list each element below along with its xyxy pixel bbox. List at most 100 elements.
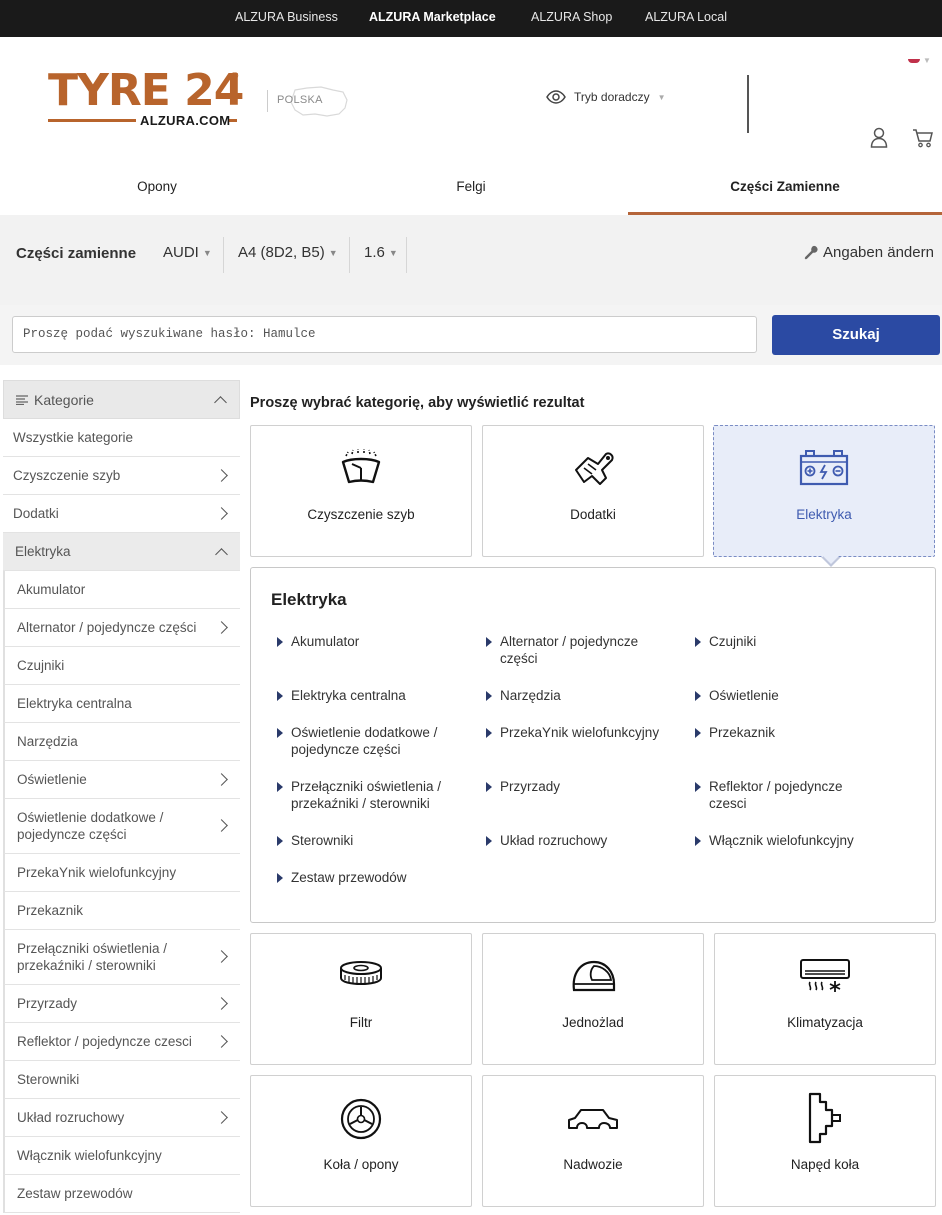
wheel-icon [340,1098,382,1140]
sidebar-item-additional-lighting[interactable]: Oświetlenie dodatkowe / pojedyncze częśc… [3,799,240,854]
sidebar-item-tools[interactable]: Narzędzia [3,723,240,761]
poland-flag-icon[interactable] [908,55,920,63]
advisor-mode-toggle[interactable]: Tryb doradczy ▼ [546,90,666,104]
language-chevron-icon[interactable]: ▼ [923,56,931,65]
category-card-motorcycle[interactable]: Jednożlad [482,933,704,1065]
sidebar-item-central-electrics[interactable]: Elektryka centralna [3,685,240,723]
topbar-link-local[interactable]: ALZURA Local [645,10,727,24]
subcategory-link-central-electrics[interactable]: Elektryka centralna [271,687,461,704]
topbar-link-marketplace[interactable]: ALZURA Marketplace [369,10,496,24]
change-vehicle-button[interactable]: Angaben ändern [803,244,934,261]
subcategory-link-tools[interactable]: Narzędzia [480,687,670,704]
sidebar-item-window-cleaning[interactable]: Czyszczenie szyb [3,457,240,495]
topbar-link-shop[interactable]: ALZURA Shop [531,10,612,24]
sidebar-item-instruments[interactable]: Przyrzady [3,985,240,1023]
main-category-tabs: Opony Felgi Części Zamienne [0,165,942,215]
category-card-air-conditioning[interactable]: Klimatyzacja [714,933,936,1065]
country-name: POLSKA [277,94,323,106]
subcategory-link-headlight[interactable]: Reflektor / pojedyncze czesci [689,778,879,812]
sidebar-item-battery[interactable]: Akumulator [3,571,240,609]
sidebar-item-light-switches[interactable]: Przełączniki oświetlenia / przekaźniki /… [3,930,240,985]
search-button[interactable]: Szukaj [772,315,940,355]
logo-wordmark: TYRE 24 [48,65,244,116]
header-divider [747,75,749,133]
subcategory-link-wiring-kit[interactable]: Zestaw przewodów [271,869,461,886]
sidebar-item-relay[interactable]: Przekaznik [3,892,240,930]
sidebar-item-starter-system[interactable]: Układ rozruchowy [3,1099,240,1137]
sidebar-item-wiring-kit[interactable]: Zestaw przewodów [3,1175,240,1213]
chevron-right-icon [215,1034,228,1048]
search-input[interactable]: Proszę podać wyszukiwane hasło: Hamulce [12,316,757,353]
category-card-label: Koła / opony [323,1157,399,1172]
sidebar-item-label: Przekaznik [17,903,84,918]
advisor-mode-label: Tryb doradczy [574,90,650,104]
sidebar-item-controllers[interactable]: Sterowniki [3,1061,240,1099]
subcategory-link-starter-system[interactable]: Układ rozruchowy [480,832,670,849]
country-label[interactable]: POLSKA [277,86,348,117]
subcategory-link-instruments[interactable]: Przyrzady [480,778,670,795]
engine-select[interactable]: 1.6 ▼ [364,244,398,261]
tab-spare-parts[interactable]: Części Zamienne [628,165,942,215]
sidebar-item-label: Narzędzia [17,734,78,749]
subcategory-link-controllers[interactable]: Sterowniki [271,832,461,849]
helmet-icon [572,960,616,992]
sidebar-item-label: Sterowniki [17,1072,80,1087]
category-card-accessories[interactable]: Dodatki [482,425,704,557]
vehicle-bar-separator [223,237,224,273]
chevron-down-icon: ▼ [328,247,338,258]
sidebar-item-multifunction-switch[interactable]: Włącznik wielofunkcyjny [3,1137,240,1175]
sidebar-item-label: Dodatki [13,506,59,521]
logo-subtitle: ALZURA.COM [140,113,231,128]
subcategory-link-light-switches[interactable]: Przełączniki oświetlenia / przekaźniki /… [271,778,461,812]
category-card-wheels-tyres[interactable]: Koła / opony [250,1075,472,1207]
sidebar-header-label: Kategorie [34,391,94,408]
chevron-down-icon: ▼ [202,247,212,258]
sidebar-item-label: Oświetlenie [17,772,87,787]
sidebar-item-electrics[interactable]: Elektryka [3,533,240,571]
sidebar-item-sensors[interactable]: Czujniki [3,647,240,685]
sidebar-item-lighting[interactable]: Oświetlenie [3,761,240,799]
subcategory-link-alternator[interactable]: Alternator / pojedyncze części [480,633,670,667]
sidebar-item-label: Alternator / pojedyncze części [17,620,197,635]
user-account-icon[interactable] [870,127,888,148]
category-card-car-body[interactable]: Nadwozie [482,1075,704,1207]
tab-tyres[interactable]: Opony [0,165,314,215]
model-value: A4 (8D2, B5) [238,244,325,261]
wheel-drive-icon [808,1092,841,1144]
sidebar-item-headlight[interactable]: Reflektor / pojedyncze czesci [3,1023,240,1061]
shopping-cart-icon[interactable] [912,128,934,148]
category-card-window-cleaning[interactable]: Czyszczenie szyb [250,425,472,557]
chevron-right-icon [215,1110,228,1124]
logo-underline [48,119,136,122]
subcategory-link-battery[interactable]: Akumulator [271,633,461,650]
subcategory-link-lighting[interactable]: Oświetlenie [689,687,879,704]
tab-rims[interactable]: Felgi [314,165,628,215]
sidebar-item-accessories[interactable]: Dodatki [3,495,240,533]
category-card-filter[interactable]: Filtr [250,933,472,1065]
sidebar-item-label: Elektryka [15,544,71,559]
topbar-link-business[interactable]: ALZURA Business [235,10,338,24]
sidebar-header[interactable]: Kategorie [3,380,240,419]
subcategory-link-multifunction-relay[interactable]: PrzekaYnik wielofunkcyjny [480,724,680,741]
chevron-right-icon [215,819,228,832]
sidebar-item-label: Układ rozruchowy [17,1110,125,1125]
subcategory-link-multifunction-switch[interactable]: Włącznik wielofunkcyjny [689,832,889,849]
sidebar-item-label: Reflektor / pojedyncze czesci [17,1034,192,1049]
sidebar-item-multifunction-relay[interactable]: PrzekaYnik wielofunkcyjny [3,854,240,892]
sidebar-item-label: Wszystkie kategorie [13,430,134,445]
vehicle-bar-title: Części zamienne [16,245,137,262]
subcategory-link-additional-lighting[interactable]: Oświetlenie dodatkowe / pojedyncze częśc… [271,724,461,758]
list-icon [16,394,28,405]
sidebar-item-label: Akumulator [17,582,86,597]
sidebar-item-alternator[interactable]: Alternator / pojedyncze części [3,609,240,647]
category-card-electrics[interactable]: Elektryka [713,425,935,557]
sidebar-item-all[interactable]: Wszystkie kategorie [3,419,240,457]
subcategory-link-sensors[interactable]: Czujniki [689,633,879,650]
category-card-label: Filtr [349,1015,373,1030]
subcategory-link-relay[interactable]: Przekaznik [689,724,879,741]
make-select[interactable]: AUDI ▼ [163,244,212,261]
category-card-wheel-drive[interactable]: Napęd koła [714,1075,936,1207]
model-select[interactable]: A4 (8D2, B5) ▼ [238,244,338,261]
site-header: TYRE 24 ® ALZURA.COM POLSKA Tryb doradcz… [0,37,942,202]
chevron-right-icon [215,620,228,634]
